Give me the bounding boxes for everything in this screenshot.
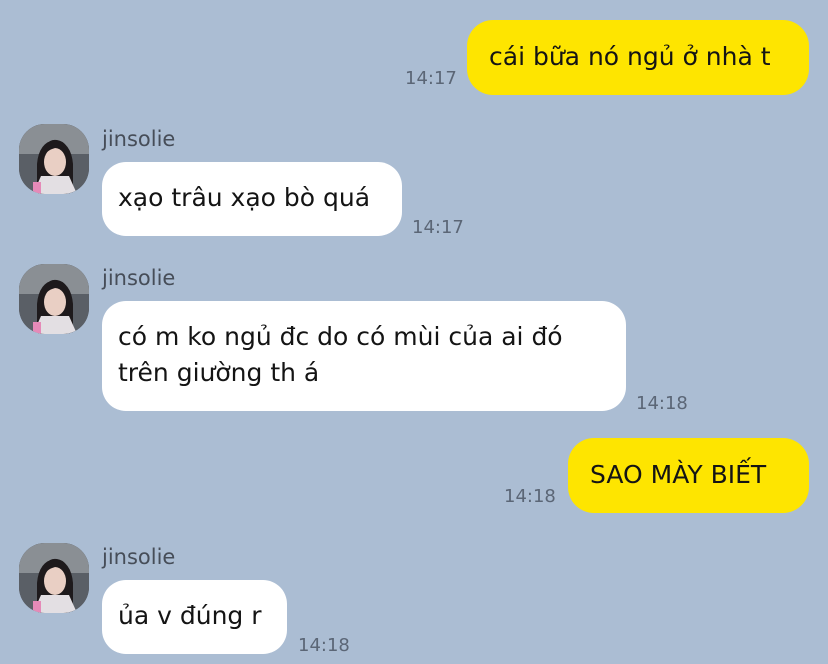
outgoing-message-bubble[interactable]: cái bữa nó ngủ ở nhà t	[467, 20, 809, 95]
message-text: xạo trâu xạo bò quá	[118, 183, 371, 212]
message-timestamp: 14:18	[298, 635, 350, 656]
sender-avatar[interactable]	[19, 264, 89, 334]
chat-view: 14:17 cái bữa nó ngủ ở nhà t jinsolie xạ…	[0, 0, 828, 664]
message-text: ủa v đúng r	[118, 601, 262, 630]
incoming-message-bubble[interactable]: ủa v đúng r	[102, 580, 287, 654]
avatar-image	[19, 124, 89, 194]
sender-name: jinsolie	[102, 127, 176, 151]
message-text: SAO MÀY BIẾT	[590, 460, 767, 489]
incoming-message-bubble[interactable]: có m ko ngủ đc do có mùi của ai đó trên …	[102, 301, 626, 411]
sender-name: jinsolie	[102, 545, 176, 569]
message-timestamp: 14:17	[412, 217, 464, 238]
avatar-image	[19, 543, 89, 613]
message-timestamp: 14:17	[405, 68, 457, 89]
message-text-line: có m ko ngủ đc do có mùi của ai đó	[118, 322, 563, 351]
sender-avatar[interactable]	[19, 543, 89, 613]
message-text-line: trên giường th á	[118, 358, 320, 387]
avatar-image	[19, 264, 89, 334]
sender-avatar[interactable]	[19, 124, 89, 194]
sender-name: jinsolie	[102, 266, 176, 290]
outgoing-message-bubble[interactable]: SAO MÀY BIẾT	[568, 438, 809, 513]
message-timestamp: 14:18	[504, 486, 556, 507]
message-timestamp: 14:18	[636, 393, 688, 414]
incoming-message-bubble[interactable]: xạo trâu xạo bò quá	[102, 162, 402, 236]
message-text: cái bữa nó ngủ ở nhà t	[489, 42, 771, 71]
